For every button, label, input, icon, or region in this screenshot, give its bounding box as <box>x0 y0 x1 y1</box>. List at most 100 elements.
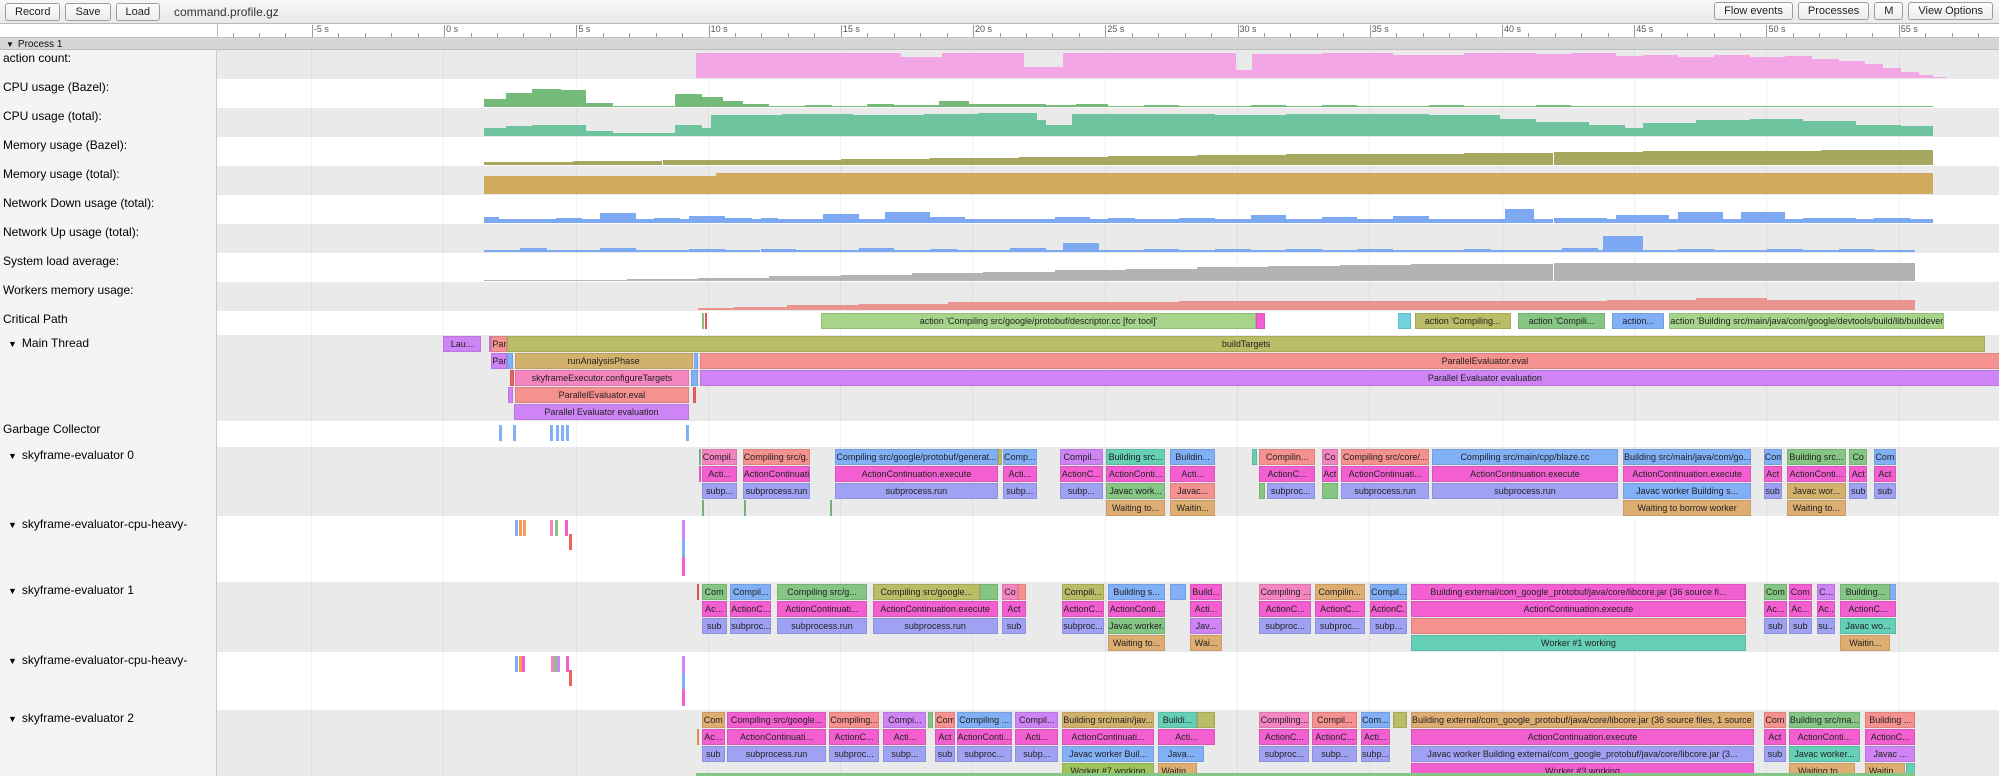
slice[interactable]: Com <box>1764 449 1782 465</box>
slice[interactable]: Compiling src/google/protobuf/generat... <box>835 449 997 465</box>
track-label-skyframe-evaluator-cpu-heavy-1[interactable]: ▼skyframe-evaluator-cpu-heavy- <box>0 516 217 582</box>
slice[interactable]: ActionConti... <box>1787 466 1846 482</box>
slice[interactable] <box>1398 313 1410 329</box>
slice[interactable]: sub <box>702 746 725 762</box>
event-mark[interactable] <box>513 425 516 441</box>
slice[interactable] <box>1259 483 1264 499</box>
slice[interactable]: ActionContinuation.execute <box>1432 466 1617 482</box>
slice[interactable]: subproc... <box>1267 483 1315 499</box>
slice[interactable]: Com <box>935 712 955 728</box>
slice[interactable] <box>1393 712 1407 728</box>
slice[interactable]: Acti... <box>1190 601 1222 617</box>
slice[interactable]: ParallelEvaluator.eval <box>700 353 1999 369</box>
slice[interactable]: Compil... <box>1015 712 1058 728</box>
slice[interactable]: ActionConti... <box>957 729 1012 745</box>
slice[interactable]: Acti... <box>1003 466 1037 482</box>
track-canvas-sys-load[interactable] <box>217 253 1999 282</box>
slice[interactable]: Compilin... <box>1259 449 1314 465</box>
slice[interactable]: Compiling src/google... <box>727 712 827 728</box>
slice[interactable]: Compiling src/main/cpp/blaze.cc <box>1432 449 1617 465</box>
slice[interactable] <box>699 466 701 482</box>
slice[interactable]: ActionC... <box>1259 601 1311 617</box>
slice[interactable]: Co <box>1849 449 1867 465</box>
slice[interactable] <box>998 449 1002 465</box>
slice[interactable]: sub <box>1849 483 1867 499</box>
slice[interactable]: sub <box>1789 618 1812 634</box>
event-mark[interactable] <box>569 670 572 686</box>
slice[interactable]: ActionC... <box>1312 729 1357 745</box>
event-mark[interactable] <box>682 520 685 576</box>
slice[interactable]: subprocess.run <box>873 618 998 634</box>
slice[interactable]: subproc... <box>1062 618 1105 634</box>
slice[interactable]: Acti... <box>1015 729 1058 745</box>
slice[interactable]: Javac worker... <box>1789 746 1860 762</box>
slice[interactable] <box>697 584 699 600</box>
slice[interactable]: subp... <box>1361 746 1390 762</box>
slice[interactable]: Acti... <box>883 729 926 745</box>
slice[interactable]: Com <box>1789 584 1812 600</box>
event-mark[interactable] <box>556 425 559 441</box>
slice[interactable]: Compiling ... <box>957 712 1012 728</box>
slice[interactable]: Javac worker Buil... <box>1062 746 1155 762</box>
slice[interactable]: Lau... <box>443 336 480 352</box>
slice[interactable]: Compiling src/google... <box>873 584 980 600</box>
processes-button[interactable]: Processes <box>1798 2 1869 20</box>
slice[interactable]: Compil... <box>730 584 771 600</box>
slice[interactable]: subp... <box>883 746 926 762</box>
slice[interactable]: ActionConti... <box>1789 729 1860 745</box>
slice[interactable] <box>694 353 698 369</box>
slice[interactable]: Compiling src/g... <box>743 449 811 465</box>
slice[interactable]: ActionC... <box>1315 601 1365 617</box>
slice[interactable]: Building src/main/jav... <box>1062 712 1155 728</box>
slice[interactable] <box>1322 483 1338 499</box>
slice[interactable]: Waitin... <box>1170 500 1215 516</box>
slice[interactable]: Act <box>1322 466 1338 482</box>
slice[interactable]: action 'Building src/main/java/com/googl… <box>1669 313 1943 329</box>
slice[interactable]: Parallel Evaluator evaluation <box>700 370 1999 386</box>
track-canvas-main-thread[interactable]: Lau...ParbuildTargetsParrunAnalysisPhase… <box>217 335 1999 421</box>
slice[interactable]: Co <box>1322 449 1338 465</box>
slice[interactable]: Building ... <box>1865 712 1915 728</box>
slice[interactable]: ActionC... <box>730 601 771 617</box>
slice[interactable]: sub <box>1764 483 1782 499</box>
track-canvas-cpu-total[interactable] <box>217 108 1999 137</box>
collapse-arrow-icon[interactable]: ▼ <box>8 714 17 724</box>
slice[interactable]: Javac worker... <box>1108 618 1165 634</box>
slice[interactable]: subprocess.run <box>1341 483 1428 499</box>
slice[interactable]: subp... <box>1003 483 1037 499</box>
collapse-arrow-icon[interactable]: ▼ <box>8 656 17 666</box>
slice[interactable]: action 'Compili... <box>1518 313 1605 329</box>
slice[interactable]: Acti... <box>1158 729 1215 745</box>
slice[interactable]: ActionC... <box>1259 466 1314 482</box>
track-canvas-workers-mem[interactable] <box>217 282 1999 311</box>
slice[interactable] <box>744 500 746 516</box>
slice[interactable]: ActionContinuati... <box>743 466 811 482</box>
slice[interactable]: Javac... <box>1170 483 1215 499</box>
slice[interactable]: Javac worker Building external/com_googl… <box>1411 746 1754 762</box>
slice[interactable]: ActionC... <box>1840 601 1895 617</box>
slice[interactable] <box>702 500 704 516</box>
slice[interactable]: Javac wo... <box>1840 618 1895 634</box>
collapse-arrow-icon[interactable]: ▼ <box>8 586 17 596</box>
load-button[interactable]: Load <box>116 3 160 21</box>
slice[interactable]: ActionC... <box>1062 601 1105 617</box>
slice[interactable]: subp... <box>1370 618 1407 634</box>
slice[interactable]: Building external/com_google_protobuf/ja… <box>1411 712 1754 728</box>
event-mark[interactable] <box>555 520 558 536</box>
event-mark[interactable] <box>515 520 518 536</box>
slice[interactable]: ActionContinuation.execute <box>1623 466 1751 482</box>
track-canvas-mem-total[interactable] <box>217 166 1999 195</box>
slice[interactable]: Wai... <box>1190 635 1222 651</box>
slice[interactable]: Java... <box>1158 746 1204 762</box>
slice[interactable] <box>693 387 697 403</box>
slice[interactable]: ActionConti... <box>1108 601 1165 617</box>
collapse-arrow-icon[interactable]: ▼ <box>8 451 17 461</box>
track-label-skyframe-evaluator-1[interactable]: ▼skyframe-evaluator 1 <box>0 582 217 652</box>
slice[interactable]: Act <box>1764 466 1782 482</box>
slice[interactable]: Act <box>1849 466 1867 482</box>
slice[interactable]: Com <box>1764 712 1786 728</box>
slice[interactable]: subprocess.run <box>777 618 868 634</box>
track-canvas-skyframe-evaluator-2[interactable]: ComCompiling src/google...Compiling...Co… <box>217 710 1999 776</box>
slice[interactable]: Waiting to borrow worker <box>1623 500 1751 516</box>
slice[interactable]: Compiling src/g... <box>777 584 868 600</box>
